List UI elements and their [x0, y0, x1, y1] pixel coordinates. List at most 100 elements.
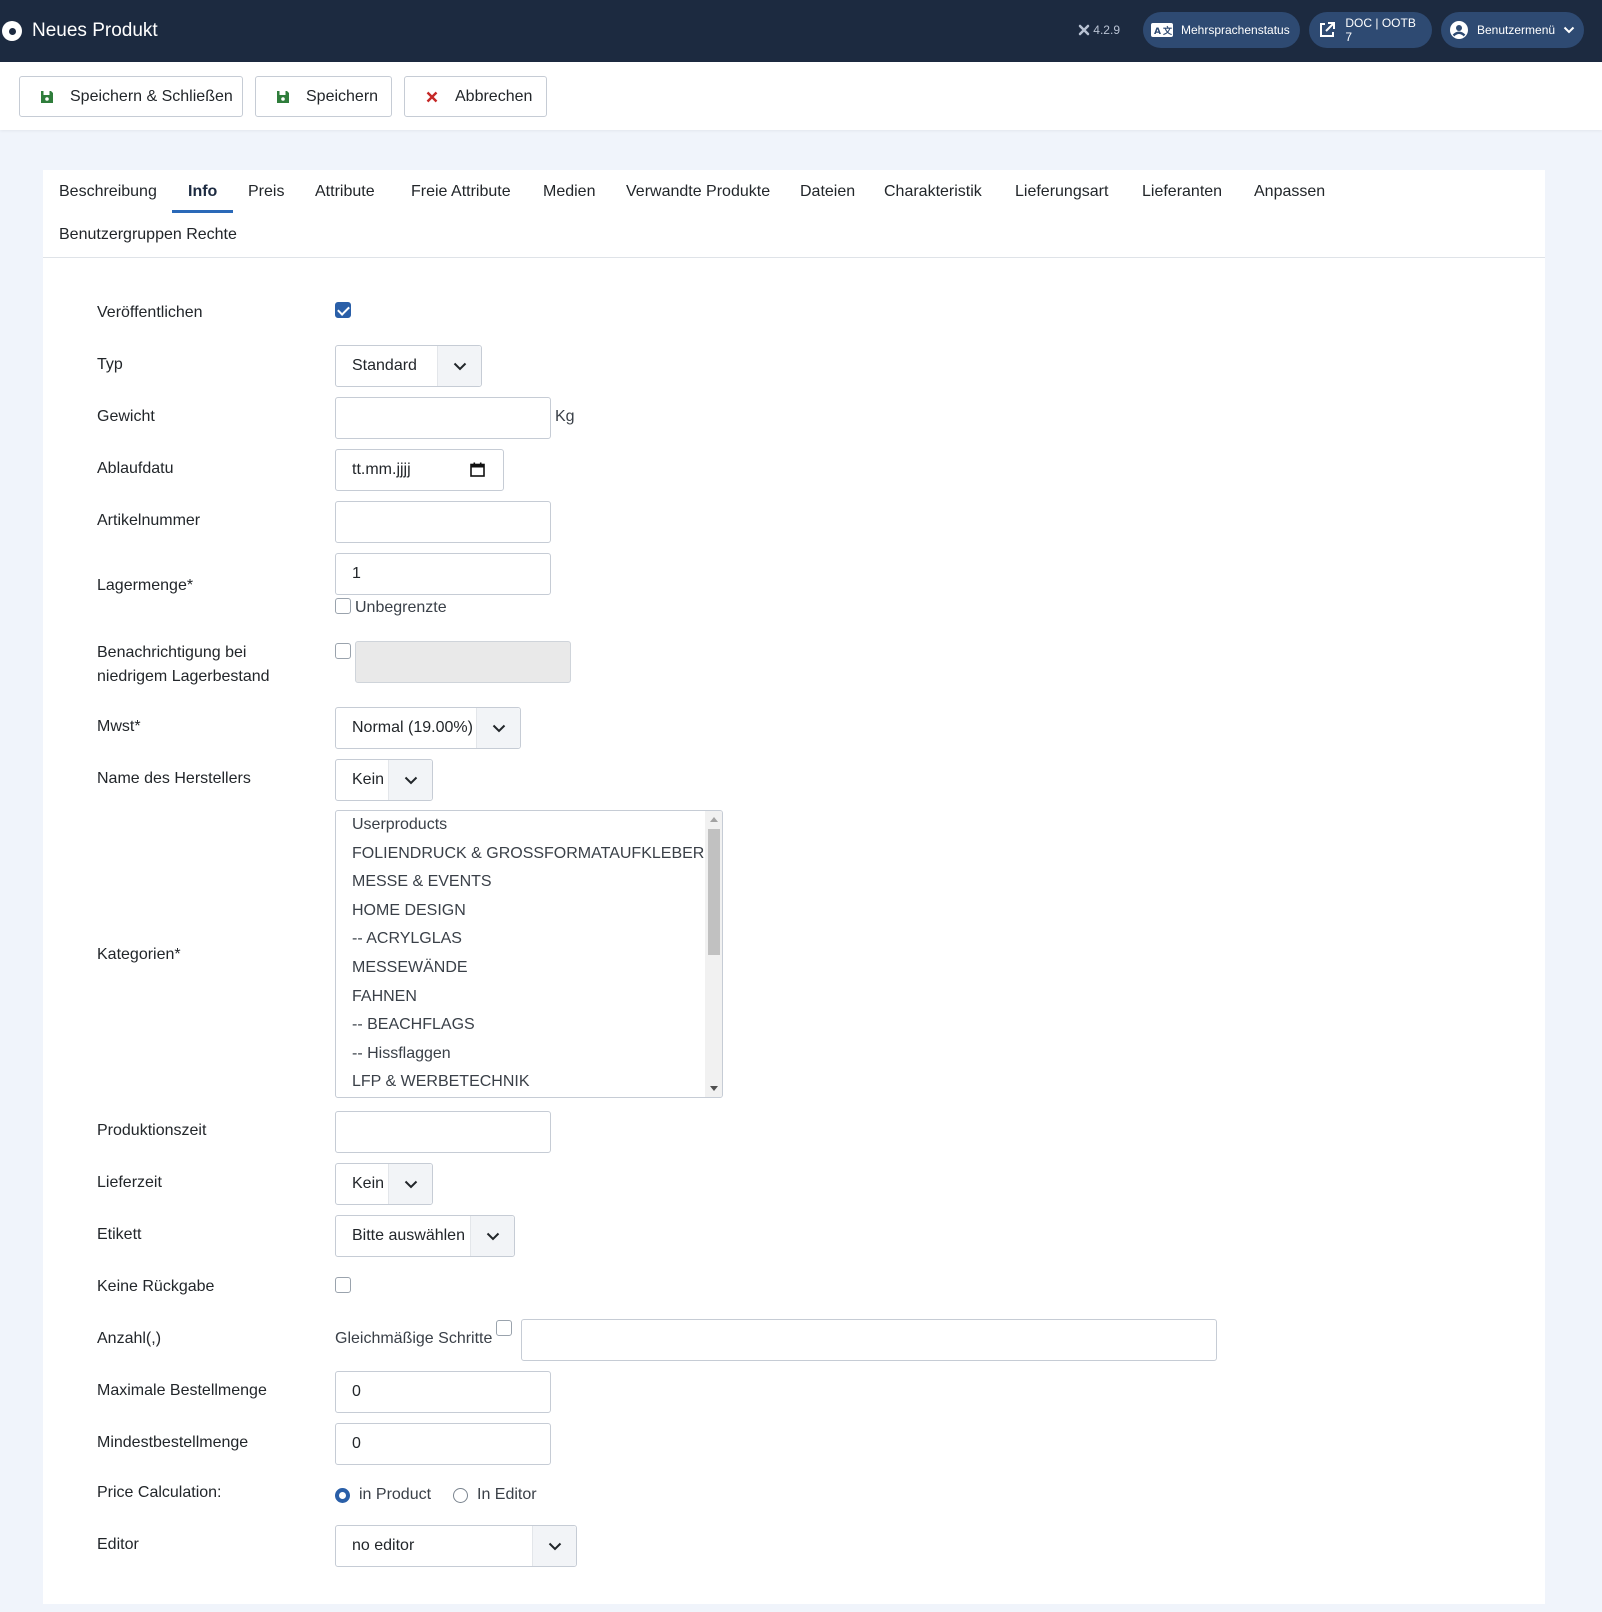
list-item[interactable]: HOME DESIGN	[336, 897, 722, 926]
save-button[interactable]: Speichern	[255, 76, 392, 117]
save-label: Speichern	[306, 87, 379, 105]
tab-beschreibung[interactable]: Beschreibung	[43, 170, 173, 213]
max-order-input[interactable]: 0	[335, 1371, 551, 1413]
joomla-logo-icon	[2, 21, 22, 41]
even-steps-label: Gleichmäßige Schritte	[335, 1330, 493, 1347]
action-toolbar: Speichern & Schließen Speichern Abbreche…	[0, 62, 1602, 130]
delivery-time-value: Kein	[352, 1175, 385, 1192]
manufacturer-select[interactable]: Kein	[335, 759, 433, 801]
unlimited-label: Unbegrenzte	[355, 599, 447, 616]
svg-text:A: A	[1154, 27, 1161, 37]
user-icon	[1449, 19, 1469, 41]
tab-verwandte-produkte[interactable]: Verwandte Produkte	[610, 170, 786, 213]
type-label: Typ	[97, 356, 123, 373]
tab-dateien[interactable]: Dateien	[784, 170, 871, 213]
expiry-date-input[interactable]: tt.mm.jjjj	[335, 449, 504, 491]
low-stock-label-line1: Benachrichtigung bei	[97, 644, 247, 661]
weight-input[interactable]	[335, 397, 551, 439]
user-menu-button[interactable]: Benutzermenü	[1441, 12, 1584, 48]
save-close-button[interactable]: Speichern & Schließen	[19, 76, 243, 117]
editor-label: Editor	[97, 1536, 139, 1553]
manufacturer-label: Name des Herstellers	[97, 770, 251, 787]
user-menu-label: Benutzermenü	[1477, 23, 1556, 37]
tab-freie-attribute[interactable]: Freie Attribute	[395, 170, 527, 213]
delivery-time-select[interactable]: Kein	[335, 1163, 433, 1205]
multilang-status-button[interactable]: A文 Mehrsprachenstatus	[1143, 12, 1300, 48]
cancel-button[interactable]: Abbrechen	[404, 76, 547, 117]
production-time-label: Produktionszeit	[97, 1122, 207, 1139]
tax-value: Normal (19.00%)	[352, 719, 473, 736]
cancel-label: Abbrechen	[455, 87, 533, 105]
unlimited-checkbox[interactable]	[335, 598, 351, 614]
production-time-input[interactable]	[335, 1111, 551, 1153]
site-link-button[interactable]: DOC | OOTB 7	[1309, 12, 1432, 48]
no-return-checkbox[interactable]	[335, 1277, 351, 1293]
list-item[interactable]: -- ACRYLGLAS	[336, 925, 722, 954]
list-item[interactable]: FOLIENDRUCK & GROSSFORMATAUFKLEBER	[336, 840, 722, 869]
tab-info[interactable]: Info	[172, 170, 234, 213]
save-icon	[274, 90, 292, 104]
weight-label: Gewicht	[97, 408, 155, 425]
stock-input[interactable]: 1	[335, 553, 551, 595]
low-stock-label: Benachrichtigung bei niedrigem Lagerbest…	[97, 641, 270, 689]
chevron-down-icon	[470, 1216, 514, 1256]
editor-select[interactable]: no editor	[335, 1525, 577, 1567]
tab-lieferungsart[interactable]: Lieferungsart	[999, 170, 1124, 213]
list-item[interactable]: -- BEACHFLAGS	[336, 1011, 722, 1040]
top-header: Neues Produkt 4.2.9 A文 Mehrsprachenstatu…	[0, 0, 1602, 62]
price-calc-editor-radio[interactable]	[453, 1488, 468, 1503]
tab-charakteristik[interactable]: Charakteristik	[868, 170, 998, 213]
site-label: DOC | OOTB 7	[1345, 16, 1416, 44]
calendar-icon[interactable]	[470, 462, 485, 482]
chevron-down-icon	[437, 346, 481, 386]
list-item[interactable]: LFP & WERBETECHNIK	[336, 1068, 722, 1097]
tab-anpassen[interactable]: Anpassen	[1238, 170, 1341, 213]
tab-benutzergruppen-rechte[interactable]: Benutzergruppen Rechte	[43, 213, 253, 256]
external-link-icon	[1317, 19, 1337, 41]
quantity-label: Anzahl(,)	[97, 1330, 162, 1347]
tax-select[interactable]: Normal (19.00%)	[335, 707, 521, 749]
article-number-input[interactable]	[335, 501, 551, 543]
manufacturer-value: Kein	[352, 771, 385, 788]
publish-label: Veröffentlichen	[97, 304, 203, 321]
list-item[interactable]: MESSEWÄNDE	[336, 954, 722, 983]
list-item[interactable]: Userproducts	[336, 811, 722, 840]
article-number-label: Artikelnummer	[97, 512, 201, 529]
version-info: 4.2.9	[1078, 23, 1120, 37]
min-order-input[interactable]: 0	[335, 1423, 551, 1465]
price-calc-editor-label: In Editor	[477, 1486, 537, 1503]
tab-attribute[interactable]: Attribute	[299, 170, 391, 213]
tax-label: Mwst*	[97, 718, 141, 735]
tab-preis[interactable]: Preis	[232, 170, 300, 213]
type-select[interactable]: Standard	[335, 345, 482, 387]
tab-lieferanten[interactable]: Lieferanten	[1126, 170, 1238, 213]
even-steps-checkbox[interactable]	[496, 1320, 512, 1336]
multilang-label: Mehrsprachenstatus	[1181, 23, 1290, 37]
scrollbar-thumb[interactable]	[708, 829, 720, 955]
scroll-down-arrow-icon[interactable]	[710, 1086, 718, 1091]
categories-listbox[interactable]: Userproducts FOLIENDRUCK & GROSSFORMATAU…	[335, 810, 723, 1098]
publish-checkbox[interactable]	[335, 302, 351, 318]
editor-value: no editor	[352, 1537, 415, 1554]
delivery-time-label: Lieferzeit	[97, 1174, 162, 1191]
language-icon: A文	[1151, 19, 1173, 41]
low-stock-checkbox[interactable]	[335, 643, 351, 659]
label-field-select[interactable]: Bitte auswählen	[335, 1215, 515, 1257]
low-stock-input[interactable]	[355, 641, 571, 683]
price-calc-product-label: in Product	[359, 1486, 432, 1503]
price-calc-product-radio[interactable]	[335, 1488, 350, 1503]
expiry-placeholder: tt.mm.jjjj	[352, 461, 411, 478]
weight-unit: Kg	[555, 408, 575, 425]
chevron-down-icon	[388, 760, 432, 800]
label-field-value: Bitte auswählen	[352, 1227, 465, 1244]
version-text: 4.2.9	[1093, 23, 1120, 37]
tab-bar: Beschreibung Info Preis Attribute Freie …	[43, 170, 1545, 258]
list-item[interactable]: -- Hissflaggen	[336, 1040, 722, 1069]
scroll-up-arrow-icon[interactable]	[710, 817, 718, 822]
close-icon	[423, 91, 441, 103]
list-item[interactable]: FAHNEN	[336, 983, 722, 1012]
categories-label: Kategorien*	[97, 946, 181, 963]
tab-medien[interactable]: Medien	[527, 170, 611, 213]
quantity-input[interactable]	[521, 1319, 1217, 1361]
list-item[interactable]: MESSE & EVENTS	[336, 868, 722, 897]
